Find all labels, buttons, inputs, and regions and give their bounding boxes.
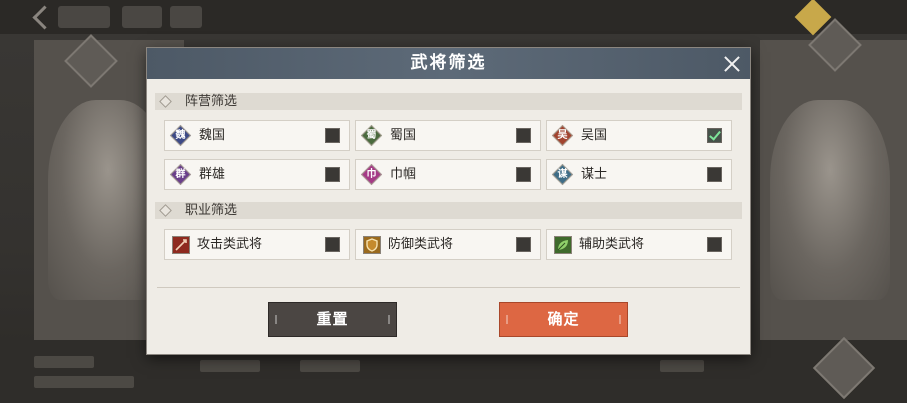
background-stat: [200, 360, 260, 372]
dialog-title: 武将筛选: [410, 53, 487, 73]
dialog-header: 武将筛选: [147, 48, 750, 79]
checkbox[interactable]: [325, 128, 340, 143]
faction-jin-icon: 巾: [360, 163, 383, 186]
faction-qun-icon: 群: [169, 163, 192, 186]
option-label: 蜀国: [390, 128, 417, 143]
sword-icon: [172, 236, 190, 254]
filter-option-moushi[interactable]: 谋 谋士: [546, 159, 732, 190]
filter-option-qunxiong[interactable]: 群 群雄: [164, 159, 350, 190]
diamond-bullet-icon: [159, 204, 172, 217]
section-title: 阵营筛选: [185, 94, 238, 109]
leaf-icon: [554, 236, 572, 254]
divider: [157, 287, 740, 288]
background-tab: [58, 6, 110, 28]
checkbox[interactable]: [325, 167, 340, 182]
option-label: 谋士: [581, 167, 608, 182]
option-label: 防御类武将: [388, 237, 454, 252]
filter-option-support[interactable]: 辅助类武将: [546, 229, 732, 260]
background-stat: [34, 356, 94, 368]
option-label: 辅助类武将: [579, 237, 645, 252]
section-header-faction: 阵营筛选: [155, 93, 742, 110]
option-label: 群雄: [199, 167, 226, 182]
option-label: 巾帼: [390, 167, 417, 182]
faction-wei-icon: 魏: [169, 124, 192, 147]
filter-option-shu[interactable]: 蜀 蜀国: [355, 120, 541, 151]
checkbox[interactable]: [707, 167, 722, 182]
checkbox[interactable]: [707, 237, 722, 252]
faction-mou-icon: 谋: [551, 163, 574, 186]
checkbox[interactable]: [516, 237, 531, 252]
background-hero-portrait: [770, 100, 890, 300]
filter-option-jinguo[interactable]: 巾 巾帼: [355, 159, 541, 190]
diamond-bullet-icon: [159, 95, 172, 108]
shield-icon: [363, 236, 381, 254]
background-stat: [660, 360, 704, 372]
checkbox-checked[interactable]: [707, 128, 722, 143]
filter-option-attack[interactable]: 攻击类武将: [164, 229, 350, 260]
filter-option-wei[interactable]: 魏 魏国: [164, 120, 350, 151]
checkbox[interactable]: [325, 237, 340, 252]
option-label: 魏国: [199, 128, 226, 143]
hero-filter-dialog: 武将筛选 阵营筛选 魏 魏国 蜀 蜀国 吴 吴国 群 群雄 巾 巾帼 谋 谋士 …: [147, 48, 750, 354]
filter-option-defense[interactable]: 防御类武将: [355, 229, 541, 260]
faction-wu-icon: 吴: [551, 124, 574, 147]
background-stat: [300, 360, 360, 372]
option-label: 吴国: [581, 128, 608, 143]
option-label: 攻击类武将: [197, 237, 263, 252]
faction-shu-icon: 蜀: [360, 124, 383, 147]
checkbox[interactable]: [516, 167, 531, 182]
checkbox[interactable]: [516, 128, 531, 143]
confirm-button[interactable]: 确定: [499, 302, 628, 337]
filter-option-wu[interactable]: 吴 吴国: [546, 120, 732, 151]
close-icon[interactable]: [720, 52, 744, 76]
section-header-profession: 职业筛选: [155, 202, 742, 219]
background-tab: [170, 6, 202, 28]
background-tab: [122, 6, 162, 28]
reset-button[interactable]: 重置: [268, 302, 397, 337]
background-stat: [34, 376, 134, 388]
section-title: 职业筛选: [185, 203, 238, 218]
